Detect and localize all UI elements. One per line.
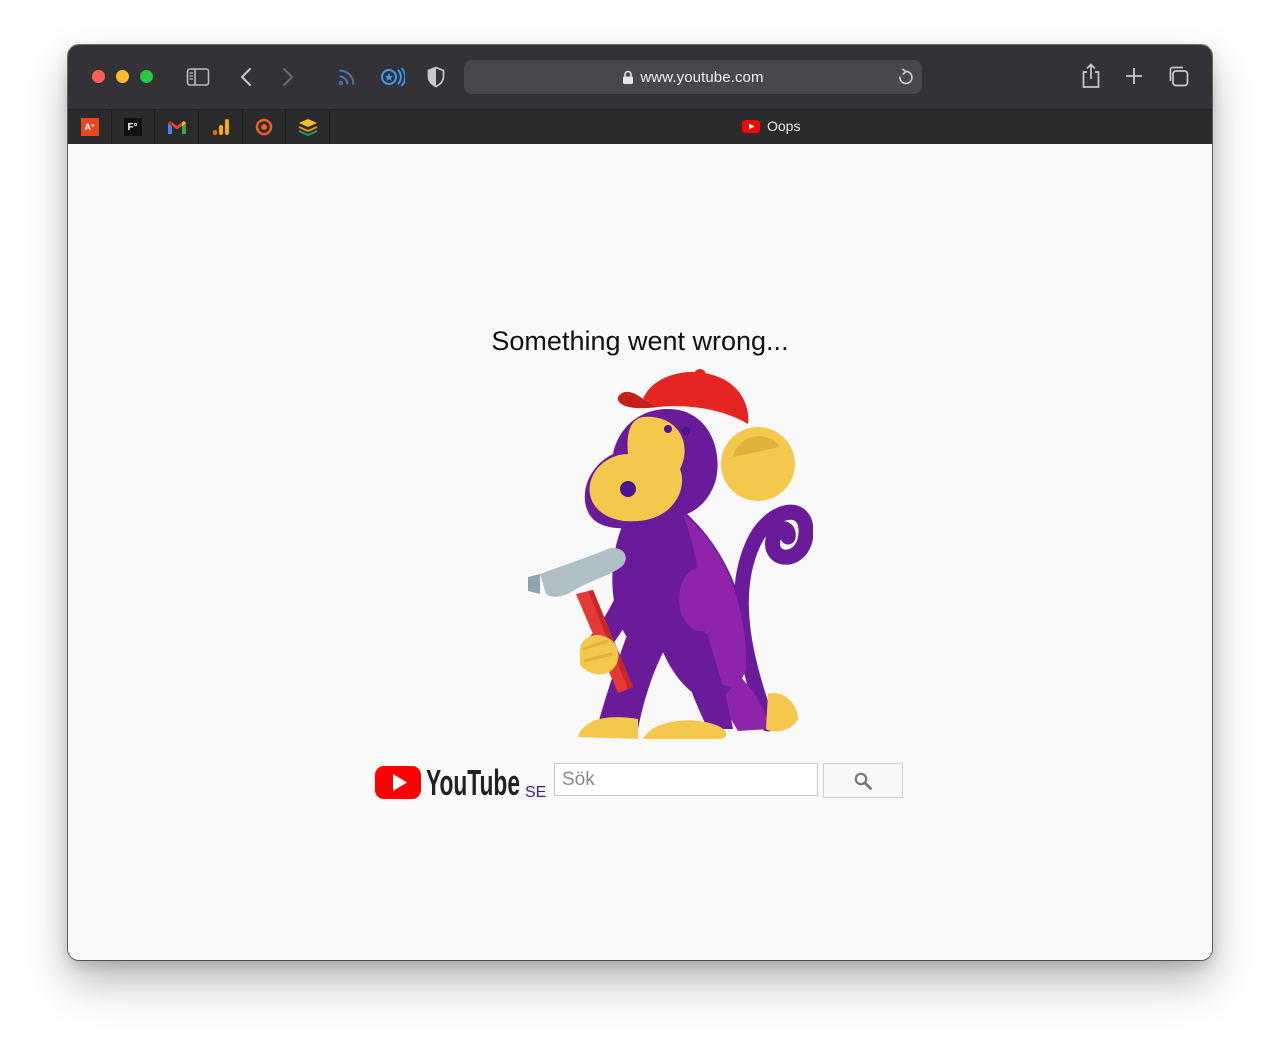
youtube-favicon-icon	[742, 119, 760, 133]
favorite-affinity[interactable]: A°	[68, 110, 112, 144]
reload-icon	[899, 68, 913, 85]
lock-icon	[623, 70, 634, 84]
forward-button[interactable]	[278, 65, 298, 89]
layers-icon	[298, 119, 317, 136]
zoom-window-button[interactable]	[140, 70, 153, 83]
search-icon	[854, 772, 872, 790]
favorite-fathom[interactable]: F°	[111, 110, 155, 144]
fathom-icon: F°	[123, 118, 142, 136]
plus-icon	[1126, 68, 1142, 84]
chevron-left-icon	[241, 68, 251, 86]
privacy-report-button[interactable]	[425, 64, 447, 90]
reload-button[interactable]	[897, 68, 914, 91]
sidebar-toggle-button[interactable]	[186, 65, 210, 89]
affinity-icon: A°	[80, 118, 99, 136]
title-bar: www.youtube.com	[68, 45, 1212, 109]
youtube-wordmark: YouTube	[426, 762, 520, 803]
shield-icon	[427, 66, 445, 88]
url-text: www.youtube.com	[640, 68, 764, 86]
favorite-layers[interactable]	[286, 110, 330, 144]
monkey-with-hammer-illustration	[528, 369, 813, 739]
sidebar-icon	[186, 68, 210, 86]
rss-extension-button[interactable]	[335, 65, 359, 89]
analytics-icon	[212, 119, 229, 135]
reader-extension-button[interactable]	[378, 63, 406, 91]
gmail-icon	[167, 120, 186, 134]
page-content: Something went wrong... YouTube SE Sök	[68, 144, 1212, 960]
tab-overview-icon	[1169, 66, 1189, 87]
favorite-grafana[interactable]	[242, 110, 286, 144]
new-tab-button[interactable]	[1123, 65, 1145, 87]
search-button[interactable]	[823, 763, 903, 798]
active-tab[interactable]: Oops	[742, 118, 800, 134]
browser-window: www.youtube.com A° F° Oops Something wen…	[68, 45, 1212, 960]
share-button[interactable]	[1080, 62, 1102, 90]
tab-overview-button[interactable]	[1166, 64, 1190, 88]
tab-title: Oops	[767, 118, 801, 134]
error-headline: Something went wrong...	[491, 326, 789, 356]
share-icon	[1082, 63, 1100, 88]
rss-icon	[338, 69, 355, 86]
chevron-right-icon	[283, 68, 293, 86]
grafana-icon	[255, 118, 272, 136]
country-code: SE	[525, 784, 547, 801]
minimize-window-button[interactable]	[116, 70, 129, 83]
star-radar-icon	[381, 67, 405, 87]
close-window-button[interactable]	[92, 70, 105, 83]
favorite-gmail[interactable]	[155, 110, 199, 144]
youtube-logo: YouTube	[375, 762, 520, 803]
favorite-analytics[interactable]	[199, 110, 243, 144]
address-bar[interactable]: www.youtube.com	[464, 60, 922, 94]
favorites-bar: A° F° Oops	[68, 109, 1212, 145]
search-input[interactable]	[554, 763, 818, 796]
back-button[interactable]	[236, 65, 256, 89]
